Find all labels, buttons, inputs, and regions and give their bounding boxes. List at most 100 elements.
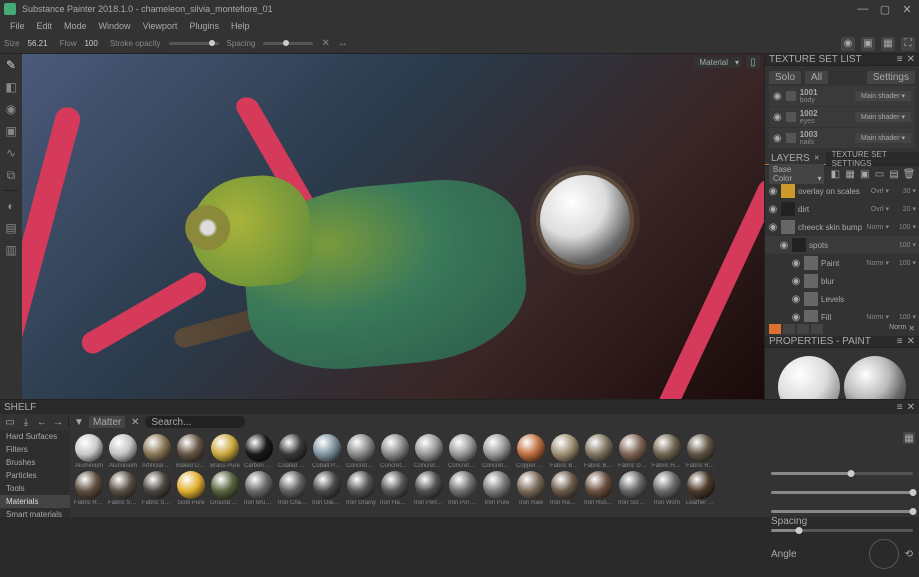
material-item[interactable]: Fabric Roug... [686, 434, 716, 469]
layer-name[interactable]: blur [821, 277, 916, 286]
mirror-x-icon[interactable]: ✕ [321, 38, 329, 49]
shelf-category[interactable]: Smart materials [0, 508, 70, 517]
filter-close-icon[interactable]: ✕ [129, 416, 141, 428]
panel-close-icon[interactable]: ✕ [907, 402, 915, 413]
layer-name[interactable]: spots [809, 241, 889, 250]
material-item[interactable]: Concrete S... [482, 434, 512, 469]
menu-help[interactable]: Help [225, 21, 256, 31]
layer-item[interactable]: ◉cheeck skin bumpNorm100 ▾ [765, 218, 919, 236]
material-item[interactable]: Fabric Soft... [108, 471, 138, 506]
menu-edit[interactable]: Edit [31, 21, 59, 31]
shelf-category[interactable]: Hard Surfaces [0, 430, 70, 443]
minimize-button[interactable]: — [855, 2, 871, 16]
shelf-category[interactable]: Particles [0, 469, 70, 482]
material-item[interactable]: Iron Raw D... [550, 471, 580, 506]
material-item[interactable]: Concrete Cl... [414, 434, 444, 469]
material-item[interactable]: Baked Lighti... [176, 434, 206, 469]
material-item[interactable]: Iron Raw [516, 471, 546, 506]
visibility-icon[interactable]: ◉ [791, 294, 801, 305]
close-button[interactable]: ✕ [899, 2, 915, 16]
visibility-icon[interactable]: ◉ [773, 112, 782, 123]
layer-thumbnail[interactable] [804, 274, 818, 288]
menu-mode[interactable]: Mode [58, 21, 93, 31]
menu-plugins[interactable]: Plugins [183, 21, 225, 31]
layer-thumbnail[interactable] [781, 220, 795, 234]
clone-tool-icon[interactable]: ⧉ [4, 168, 18, 182]
shader-dropdown[interactable]: Main shader [855, 91, 911, 101]
material-item[interactable]: Fabric Basi... [550, 434, 580, 469]
channel-dropdown[interactable]: Base Color [769, 164, 824, 184]
visibility-icon[interactable]: ◉ [791, 276, 801, 287]
all-button[interactable]: All [805, 71, 828, 84]
scene-mesh[interactable] [237, 173, 532, 377]
forward-icon[interactable]: → [52, 416, 64, 428]
blend-mode-dropdown[interactable]: Norm [866, 259, 889, 267]
layer-item[interactable]: ◉ Levels [765, 290, 919, 308]
layer-name[interactable]: dirt [798, 205, 868, 214]
maximize-button[interactable]: ▢ [877, 2, 893, 16]
channel-chip[interactable] [797, 324, 809, 334]
layer-opacity[interactable]: 30 ▾ [892, 187, 916, 195]
material-item[interactable]: Iron Porelle... [448, 471, 478, 506]
size-value[interactable]: 56.21 [28, 39, 48, 48]
mirror-y-icon[interactable]: ↔ [338, 38, 348, 49]
back-icon[interactable]: ← [36, 416, 48, 428]
blend-mode-dropdown[interactable]: Ovrl [871, 205, 889, 213]
material-item[interactable]: Iron Pure [482, 471, 512, 506]
shader-dropdown[interactable]: Main shader [855, 133, 911, 143]
blend-mode-dropdown[interactable]: Norm [866, 223, 889, 231]
layer-item[interactable]: ◉overlay on scalesOvrl30 ▾ [765, 182, 919, 200]
layer-opacity[interactable]: 100 ▾ [892, 259, 916, 267]
paint-tool-icon[interactable]: ✎ [4, 58, 18, 72]
add-mask-icon[interactable]: ▦ [844, 168, 856, 180]
brush-angle-dial[interactable] [869, 539, 899, 569]
material-item[interactable]: Brass Pure [210, 434, 240, 469]
viewport-canvas[interactable] [22, 70, 764, 399]
spacing-slider[interactable] [263, 42, 313, 45]
material-item[interactable]: Iron Perlor... [414, 471, 444, 506]
material-item[interactable]: Aluminium [108, 434, 138, 469]
material-item[interactable]: Fabric Basi... [584, 434, 614, 469]
solo-button[interactable]: Solo [769, 71, 801, 84]
layer-item[interactable]: ◉spots100 ▾ [765, 236, 919, 254]
layer-thumbnail[interactable] [781, 202, 795, 216]
add-effect-icon[interactable]: ◧ [830, 168, 842, 180]
visibility-icon[interactable]: ◉ [768, 222, 778, 233]
channel-chip[interactable] [811, 324, 823, 334]
opacity-slider[interactable] [169, 42, 219, 45]
material-picker-icon[interactable]: ◐ [4, 199, 18, 213]
brush-spacing-slider[interactable] [771, 529, 913, 532]
layer-thumbnail[interactable] [804, 310, 818, 322]
layer-name[interactable]: Levels [821, 295, 916, 304]
fullscreen-icon[interactable]: ⛶ [901, 37, 915, 51]
viewport[interactable]: Material ▯ [22, 54, 764, 399]
home-icon[interactable]: ▭ [4, 416, 16, 428]
fill-tool-icon[interactable]: ▣ [4, 124, 18, 138]
layer-opacity[interactable]: 100 ▾ [892, 313, 916, 321]
layer-thumbnail[interactable] [781, 184, 795, 198]
bake-icon[interactable]: ▥ [4, 243, 18, 257]
material-item[interactable]: Iron Hamm... [380, 471, 410, 506]
material-item[interactable]: Cobalt Pure [312, 434, 342, 469]
settings-button[interactable]: Settings [867, 71, 915, 84]
texture-set-item[interactable]: ◉1001bodyMain shader [769, 86, 915, 106]
visibility-icon[interactable]: ◉ [773, 91, 782, 102]
material-item[interactable]: Coated Metal [278, 434, 308, 469]
material-item[interactable]: Iron Diam... [312, 471, 342, 506]
material-item[interactable]: Copper Pure [516, 434, 546, 469]
blend-mode-dropdown[interactable]: Norm [866, 313, 889, 321]
filter-icon[interactable]: ▼ [73, 416, 85, 428]
material-item[interactable]: Iron Brushe... [244, 471, 274, 506]
material-item[interactable]: Iron Rust B... [584, 471, 614, 506]
layer-item[interactable]: ◉PaintNorm100 ▾ [765, 254, 919, 272]
display-icon[interactable]: ▦ [881, 37, 895, 51]
layer-thumbnail[interactable] [804, 292, 818, 306]
chip-close-icon[interactable]: ✕ [908, 324, 915, 334]
material-item[interactable]: Iron Grainy [346, 471, 376, 506]
visibility-icon[interactable]: ◉ [773, 133, 782, 144]
filter-chip[interactable]: Matter [89, 416, 125, 428]
visibility-icon[interactable]: ◉ [768, 186, 778, 197]
material-item[interactable]: Iron Scratc... [618, 471, 648, 506]
add-layer-icon[interactable]: ▤ [888, 168, 900, 180]
viewport-split-icon[interactable]: ▯ [746, 55, 760, 69]
